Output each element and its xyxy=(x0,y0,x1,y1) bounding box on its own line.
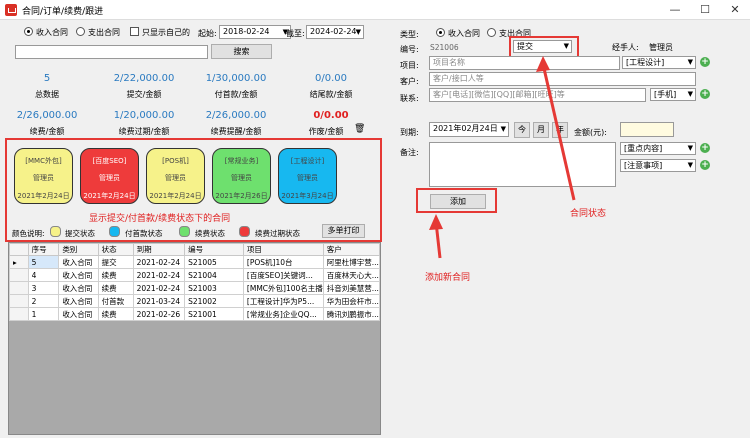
arrow-status-head xyxy=(536,56,550,72)
arrow-status-line xyxy=(541,63,576,201)
annotation-add: 添加新合同 xyxy=(425,273,471,283)
annotation-status: 合同状态 xyxy=(570,209,607,219)
arrow-add-head xyxy=(429,214,443,230)
annotation-arrows xyxy=(429,56,576,259)
